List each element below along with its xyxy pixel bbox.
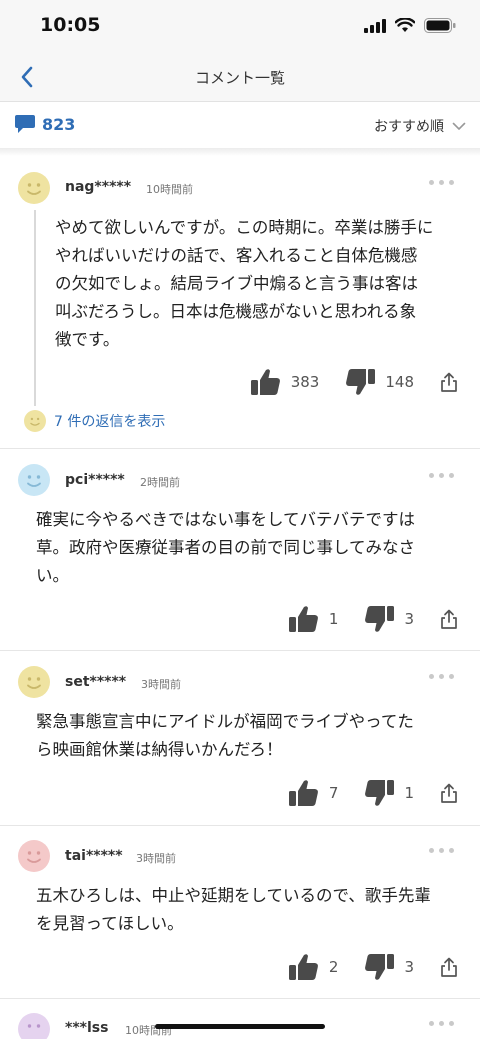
status-bar: 10:05 [0,0,480,52]
nav-bar: コメント一覧 [0,52,480,102]
like-count: 383 [290,373,320,391]
more-options-button[interactable] [426,177,456,187]
smiley-avatar-icon [24,410,46,432]
sort-label: おすすめ順 [374,119,444,135]
comment-actions: 2 3 [288,953,458,981]
home-indicator [155,1024,325,1029]
thumbs-up-icon [288,780,318,806]
comment-body: やめて欲しいんですが。この時期に。卒業は勝手に やればいいだけの話で、客入れるこ… [55,218,434,349]
share-button[interactable] [440,372,458,392]
signal-icon [364,18,386,33]
dislike-count: 1 [404,784,414,802]
battery-icon [424,18,456,33]
like-button[interactable]: 2 [288,953,339,981]
thumbs-down-icon [365,606,395,632]
status-icons [364,18,456,33]
comment-actions: 1 3 [288,605,458,633]
comment-time: 2時間前 [140,476,180,489]
dislike-count: 3 [404,610,414,628]
replies-label: 7 件の返信を表示 [54,414,166,430]
comment-username[interactable]: pci***** [65,472,125,488]
smiley-avatar-icon [18,1013,50,1039]
like-button[interactable]: 7 [288,779,339,807]
sort-dropdown[interactable]: おすすめ順 [374,116,466,136]
divider [0,998,480,999]
avatar[interactable] [18,1013,50,1039]
dislike-button[interactable]: 148 [345,368,414,396]
share-button[interactable] [440,783,458,803]
chevron-down-icon [452,122,466,130]
thumbs-up-icon [288,606,318,632]
thumbs-down-icon [346,369,376,395]
dislike-button[interactable]: 1 [364,779,414,807]
thumbs-down-icon [365,954,395,980]
share-button[interactable] [440,957,458,977]
avatar[interactable] [18,666,50,698]
dislike-count: 148 [385,373,414,391]
page-title: コメント一覧 [194,69,285,87]
comment-username[interactable]: ***lss [65,1020,108,1036]
show-replies-link[interactable]: 7 件の返信を表示 [24,410,165,432]
comment-time: 10時間前 [146,183,193,196]
summary-shadow [0,148,480,156]
dislike-button[interactable]: 3 [364,605,414,633]
thumbs-up-icon [288,954,318,980]
status-time: 10:05 [40,14,101,36]
comment-body: 確実に今やるべきではない事をしてバテバテですは 草。政府や医療従事者の目の前で同… [36,510,416,585]
thumbs-up-icon [250,369,280,395]
speech-bubble-icon [15,115,35,133]
like-count: 1 [328,610,339,628]
share-button[interactable] [440,609,458,629]
comment-actions: 383 148 [250,368,458,396]
like-button[interactable]: 383 [250,368,320,396]
divider [0,650,480,651]
smiley-avatar-icon [18,172,50,204]
comment-username[interactable]: set***** [65,674,126,690]
like-count: 7 [328,784,339,802]
more-options-button[interactable] [426,671,456,681]
comment-body: 五木ひろしは、中止や延期をしているので、歌手先輩 を見習ってほしい。 [36,886,431,933]
thread-line [34,210,36,406]
comment-username[interactable]: tai***** [65,848,123,864]
comment-summary-bar: 823 おすすめ順 [0,102,480,148]
share-icon [441,609,457,629]
dislike-count: 3 [404,958,414,976]
share-icon [441,783,457,803]
smiley-avatar-icon [18,840,50,872]
more-options-button[interactable] [426,1018,456,1028]
dislike-button[interactable]: 3 [364,953,414,981]
divider [0,448,480,449]
comment-actions: 7 1 [288,779,458,807]
comment-count-number: 823 [42,114,76,134]
more-options-button[interactable] [426,845,456,855]
share-icon [441,957,457,977]
smiley-avatar-icon [18,464,50,496]
more-options-button[interactable] [426,470,456,480]
divider [0,825,480,826]
like-button[interactable]: 1 [288,605,339,633]
comment-count[interactable]: 823 [14,114,75,134]
smiley-avatar-icon [18,666,50,698]
avatar[interactable] [18,464,50,496]
avatar[interactable] [18,172,50,204]
wifi-icon [395,18,415,32]
share-icon [441,372,457,392]
comment-username[interactable]: nag***** [65,179,131,195]
avatar[interactable] [18,840,50,872]
comment-body: 緊急事態宣言中にアイドルが福岡でライブやってた ら映画館休業は納得いかんだろ！ [36,712,414,759]
like-count: 2 [328,958,339,976]
comment-time: 3時間前 [136,852,176,865]
comment-time: 3時間前 [141,678,181,691]
thumbs-down-icon [365,780,395,806]
